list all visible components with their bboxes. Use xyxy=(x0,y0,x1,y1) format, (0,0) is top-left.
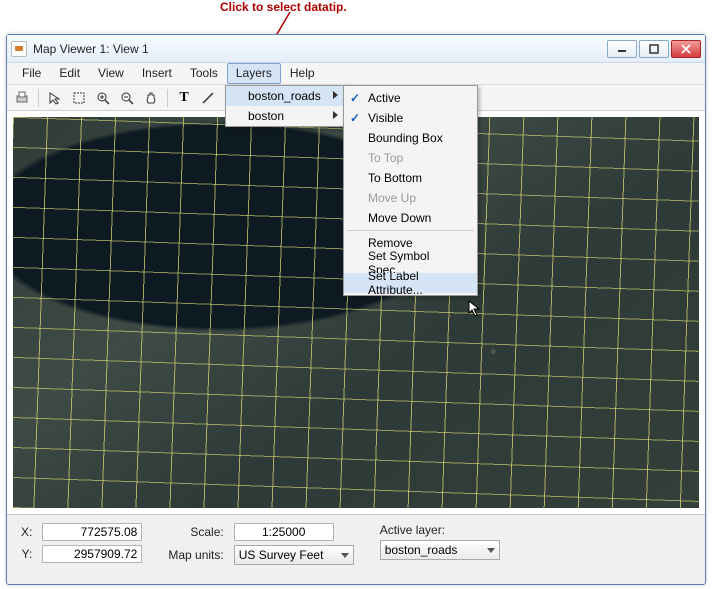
check-icon: ✓ xyxy=(350,111,360,125)
menu-separator xyxy=(347,230,474,231)
option-move-up: Move Up xyxy=(344,188,477,208)
scale-label: Scale: xyxy=(168,525,225,539)
option-visible[interactable]: ✓ Visible xyxy=(344,108,477,128)
menu-help[interactable]: Help xyxy=(281,63,324,84)
instruction-caption: Click to select datatip. xyxy=(220,0,347,14)
active-layer-label: Active layer: xyxy=(380,523,500,537)
print-icon[interactable] xyxy=(11,87,33,109)
maximize-button[interactable] xyxy=(639,40,669,58)
menu-label: Move Down xyxy=(368,211,431,225)
option-to-top: To Top xyxy=(344,148,477,168)
menu-label: Move Up xyxy=(368,191,416,205)
menu-tools[interactable]: Tools xyxy=(181,63,227,84)
option-bounding-box[interactable]: Bounding Box xyxy=(344,128,477,148)
y-label: Y: xyxy=(21,547,34,561)
menu-label: Bounding Box xyxy=(368,131,443,145)
marquee-icon[interactable] xyxy=(68,87,90,109)
app-icon xyxy=(11,41,27,57)
chevron-down-icon xyxy=(487,548,495,553)
active-layer-combo[interactable]: boston_roads xyxy=(380,540,500,560)
option-move-down[interactable]: Move Down xyxy=(344,208,477,228)
units-combo[interactable]: US Survey Feet xyxy=(234,545,354,565)
menu-label: Remove xyxy=(368,236,413,250)
toolbar-separator xyxy=(38,89,39,107)
select-icon[interactable] xyxy=(44,87,66,109)
layer-item-boston-roads[interactable]: boston_roads xyxy=(226,86,344,106)
status-bar: X: 772575.08 Y: 2957909.72 Scale: 1:2500… xyxy=(7,515,705,581)
menu-view[interactable]: View xyxy=(89,63,133,84)
chevron-down-icon xyxy=(341,553,349,558)
menu-insert[interactable]: Insert xyxy=(133,63,181,84)
menu-edit[interactable]: Edit xyxy=(50,63,89,84)
option-set-label-attribute[interactable]: Set Label Attribute... xyxy=(344,273,477,293)
menu-label: boston_roads xyxy=(248,89,321,103)
menu-label: Set Label Attribute... xyxy=(368,269,469,297)
menubar: File Edit View Insert Tools Layers Help xyxy=(7,63,705,85)
y-field[interactable]: 2957909.72 xyxy=(42,545,142,563)
check-icon: ✓ xyxy=(350,91,360,105)
x-field[interactable]: 772575.08 xyxy=(42,523,142,541)
menu-label: Active xyxy=(368,91,401,105)
titlebar[interactable]: Map Viewer 1: View 1 xyxy=(7,35,705,63)
toolbar-separator xyxy=(167,89,168,107)
menu-file[interactable]: File xyxy=(13,63,50,84)
option-to-bottom[interactable]: To Bottom xyxy=(344,168,477,188)
layers-submenu: boston_roads boston xyxy=(225,85,345,127)
text-icon[interactable]: T xyxy=(173,87,195,109)
menu-label: Visible xyxy=(368,111,403,125)
chevron-right-icon xyxy=(333,91,338,99)
units-label: Map units: xyxy=(168,548,225,562)
window-title: Map Viewer 1: View 1 xyxy=(33,42,607,56)
x-label: X: xyxy=(21,525,34,539)
chevron-right-icon xyxy=(333,111,338,119)
close-button[interactable] xyxy=(671,40,701,58)
scale-field[interactable]: 1:25000 xyxy=(234,523,334,541)
menu-label: To Bottom xyxy=(368,171,422,185)
menu-layers[interactable]: Layers xyxy=(227,63,281,84)
menu-label: boston xyxy=(248,109,284,123)
active-layer-value: boston_roads xyxy=(385,543,458,557)
layer-options-menu: ✓ Active ✓ Visible Bounding Box To Top To … xyxy=(343,85,478,296)
layer-item-boston[interactable]: boston xyxy=(226,106,344,126)
line-icon[interactable] xyxy=(197,87,219,109)
pan-icon[interactable] xyxy=(140,87,162,109)
option-active[interactable]: ✓ Active xyxy=(344,88,477,108)
units-value: US Survey Feet xyxy=(239,548,324,562)
minimize-button[interactable] xyxy=(607,40,637,58)
zoom-out-icon[interactable] xyxy=(116,87,138,109)
menu-label: To Top xyxy=(368,151,403,165)
zoom-in-icon[interactable] xyxy=(92,87,114,109)
